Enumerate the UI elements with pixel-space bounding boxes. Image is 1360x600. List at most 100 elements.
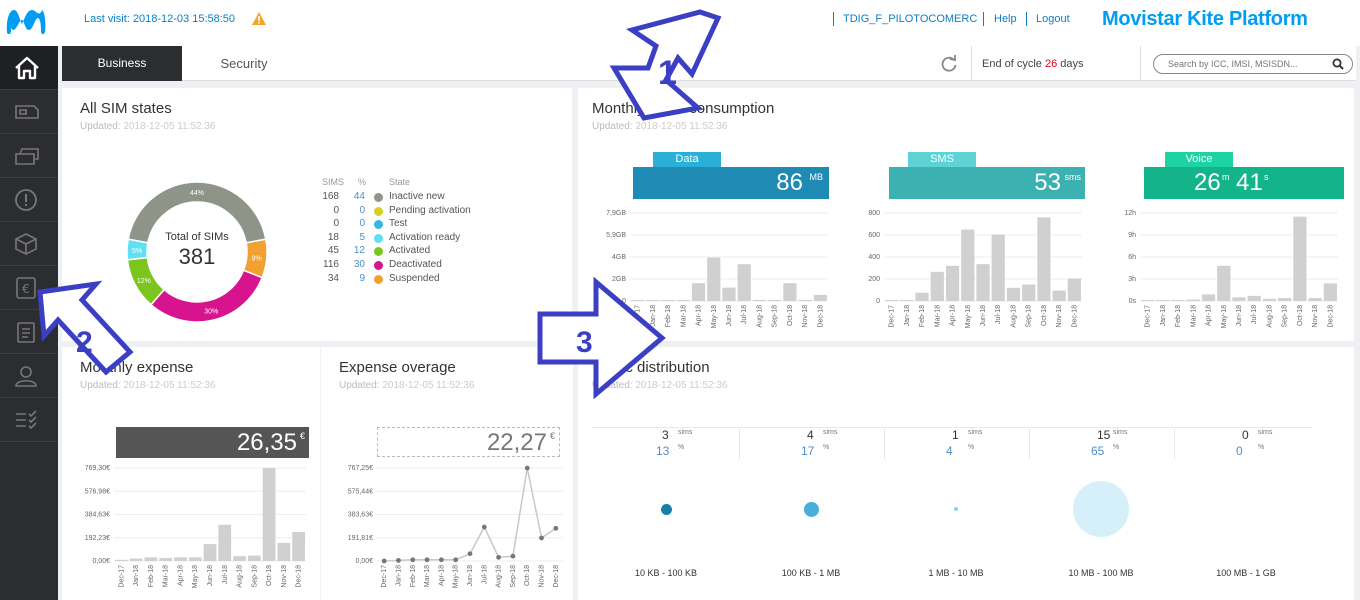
annotation-arrow-2: 2 xyxy=(37,280,134,376)
x-tick-label: Dec-17 xyxy=(381,565,388,588)
legend-sims: 0 xyxy=(333,218,339,230)
distribution-bubble xyxy=(954,507,958,511)
bar xyxy=(277,542,291,561)
voice-seconds-unit: s xyxy=(1264,172,1269,182)
line-point xyxy=(453,557,459,563)
annotation-3-label: 3 xyxy=(576,326,593,359)
bar xyxy=(1262,298,1277,301)
last-visit-text: Last visit: 2018-12-03 15:58:50 xyxy=(84,13,236,25)
x-tick-label: May-18 xyxy=(965,305,972,328)
x-tick-label: Feb-18 xyxy=(1175,305,1182,327)
bar xyxy=(976,264,990,301)
bar xyxy=(1067,278,1081,301)
y-tick-label: 0s xyxy=(1129,298,1137,305)
x-tick-label: Oct-18 xyxy=(266,565,273,586)
bar xyxy=(930,271,944,301)
x-tick-label: Jan-18 xyxy=(1160,305,1167,327)
sidebar-item-alerts[interactable] xyxy=(0,178,58,222)
legend-sims: 168 xyxy=(322,191,339,202)
brand-title: Movistar Kite Platform xyxy=(1102,8,1308,30)
y-tick-label: 192,23€ xyxy=(85,535,110,542)
x-tick-label: Apr-18 xyxy=(177,565,184,586)
voice-tab: Voice xyxy=(1165,152,1233,167)
logout-link[interactable]: Logout xyxy=(1036,13,1070,25)
x-tick-label: Jun-18 xyxy=(726,305,733,327)
sms-unit: sms xyxy=(1064,172,1082,182)
x-tick-label: Mar-18 xyxy=(1190,305,1197,327)
x-tick-label: Dec-17 xyxy=(1145,305,1152,328)
distribution-bucket-label: 1 MB - 10 MB xyxy=(928,568,984,578)
overage-line-chart: 0,00€ 191,81€ 383,63€ 575,44€ 767,25€ Dec-17 J… xyxy=(348,465,563,588)
x-tick-label: Sep-18 xyxy=(510,565,517,588)
bar xyxy=(961,229,975,301)
distribution-bubble xyxy=(803,501,819,517)
refresh-icon[interactable] xyxy=(940,55,958,73)
legend-dot xyxy=(374,220,383,230)
legend-pct: 0 xyxy=(359,218,365,230)
legend-dot xyxy=(374,261,383,270)
bar xyxy=(707,257,721,301)
bar xyxy=(203,544,217,561)
donut-slice-label: 44% xyxy=(190,190,204,197)
legend-row: 0 0 Pending activation xyxy=(317,205,577,219)
donut-slice-label: 9% xyxy=(252,256,262,263)
legend-row: 168 44 Inactive new xyxy=(317,191,577,205)
x-tick-label: Nov-18 xyxy=(1312,305,1319,328)
bar xyxy=(752,299,767,301)
y-tick-label: 800 xyxy=(868,210,880,217)
distribution-sims: 4 xyxy=(807,428,814,442)
distribution-pct: 65 xyxy=(1091,444,1105,458)
legend-pct: 9 xyxy=(359,272,365,284)
line-point xyxy=(381,558,387,564)
alert-icon xyxy=(15,189,37,211)
annotation-1-label: 1 xyxy=(658,54,677,92)
x-tick-label: Sep-18 xyxy=(1282,305,1289,328)
sidebar-item-card[interactable] xyxy=(0,134,58,178)
x-tick-label: Nov-18 xyxy=(1056,305,1063,328)
x-tick-label: Dec-18 xyxy=(1071,305,1078,328)
sidebar-item-home[interactable] xyxy=(0,46,58,90)
overage-kpi: 22,27 € xyxy=(377,427,560,457)
line-point xyxy=(510,553,516,559)
sms-bar-chart: 0 200 400 600 800 Dec-17 Jan-18 Feb-18 Mar-18 Apr… xyxy=(868,210,1082,328)
x-tick-label: Jun-18 xyxy=(467,565,474,587)
x-tick-label: Jan-18 xyxy=(133,565,140,587)
y-tick-label: 383,63€ xyxy=(348,512,373,519)
y-tick-label: 400 xyxy=(868,254,880,261)
x-tick-label: Mar-18 xyxy=(934,305,941,327)
y-tick-label: 769,30€ xyxy=(85,465,110,472)
help-link[interactable]: Help xyxy=(994,13,1017,25)
legend-row: 0 0 Test xyxy=(317,218,577,232)
x-tick-label: Nov-18 xyxy=(281,565,288,588)
voice-minutes-unit: m xyxy=(1222,172,1230,182)
bar xyxy=(945,265,960,301)
sidebar-item-sims[interactable] xyxy=(0,90,58,134)
movistar-logo-icon[interactable] xyxy=(4,4,48,38)
x-tick-label: Aug-18 xyxy=(1266,305,1273,328)
search-icon[interactable] xyxy=(1332,58,1344,70)
sim-states-updated: Updated: 2018-12-05 11:52:36 xyxy=(80,121,216,132)
sidebar-item-tasks[interactable] xyxy=(0,398,58,442)
bar xyxy=(1308,298,1322,301)
search-box[interactable] xyxy=(1153,54,1353,74)
x-tick-label: Feb-18 xyxy=(148,565,155,587)
bar xyxy=(737,264,751,301)
distribution-bucket-label: 10 KB - 100 KB xyxy=(634,568,698,578)
line-point xyxy=(410,557,416,563)
search-input[interactable] xyxy=(1168,57,1328,71)
distribution-sims: 3 xyxy=(662,428,669,442)
tab-security[interactable]: Security xyxy=(182,46,306,81)
bar xyxy=(262,468,276,561)
distribution-pct: 17 xyxy=(801,444,815,458)
sidebar-item-orders[interactable] xyxy=(0,222,58,266)
cycle-info: End of cycle 26 days xyxy=(982,58,1084,70)
distribution-sims: 15 xyxy=(1097,428,1111,442)
tab-business[interactable]: Business xyxy=(62,46,182,81)
warning-icon[interactable] xyxy=(252,12,266,25)
annotation-arrow-1: 1 xyxy=(609,9,722,121)
y-tick-label: 0 xyxy=(876,298,880,305)
y-tick-label: 191,81€ xyxy=(348,535,373,542)
bar xyxy=(783,283,797,301)
user-link[interactable]: TDIG_F_PILOTOCOMERC xyxy=(843,13,977,25)
sms-kpi: 53 sms xyxy=(889,167,1085,199)
